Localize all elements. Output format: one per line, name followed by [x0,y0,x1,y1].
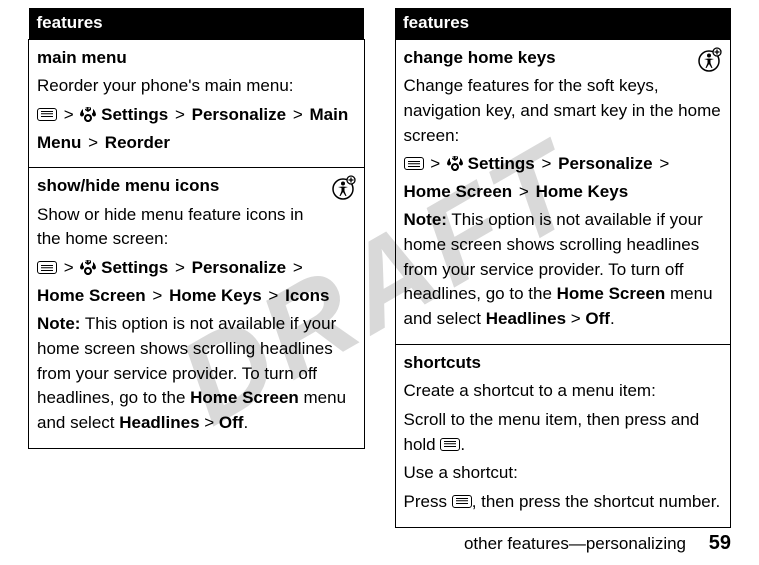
intro-main-menu: Reorder your phone's main menu: [37,74,356,99]
title-change-home-keys: change home keys [404,46,723,71]
shortcuts-create-body: Scroll to the menu item, then press and … [404,408,723,457]
note-change-home-keys: Note: This option is not available if yo… [404,208,723,331]
left-table-header: features [29,8,365,39]
accessibility-badge-icon [696,46,722,80]
menu-key-icon [440,438,460,451]
accessibility-badge-icon [330,174,356,208]
right-features-table: features change home keys Change feature… [395,8,732,528]
path-main-menu: > Settings > Personalize > Main Menu > R… [37,103,356,155]
footer-text: other features—personalizing [464,534,686,553]
right-table-header: features [395,8,731,39]
settings-icon [80,106,96,131]
settings-icon [447,155,463,180]
shortcuts-use-intro: Use a shortcut: [404,461,723,486]
title-shortcuts: shortcuts [404,351,723,376]
left-features-table: features main menu Reorder your phone's … [28,8,365,449]
menu-key-icon [404,157,424,170]
right-column: features change home keys Change feature… [395,8,732,528]
page-footer: other features—personalizing 59 [464,532,731,555]
cell-shortcuts: shortcuts Create a shortcut to a menu it… [395,344,731,527]
note-show-hide: Note: This option is not available if yo… [37,312,356,435]
cell-show-hide-icons: show/hide menu icons Show or hide menu f… [29,168,365,448]
menu-key-icon [37,261,57,274]
page-number: 59 [709,532,731,554]
intro-change-home-keys: Change features for the soft keys, navig… [404,74,723,148]
left-column: features main menu Reorder your phone's … [28,8,365,528]
cell-change-home-keys: change home keys Change features for the… [395,39,731,344]
path-show-hide: > Settings > Personalize > Home Screen >… [37,256,356,308]
title-main-menu: main menu [37,46,356,71]
menu-key-icon [37,108,57,121]
title-show-hide: show/hide menu icons [37,174,356,199]
shortcuts-use-body: Press , then press the shortcut number. [404,490,723,515]
menu-key-icon [452,495,472,508]
cell-main-menu: main menu Reorder your phone's main menu… [29,39,365,168]
intro-show-hide: Show or hide menu feature icons in the h… [37,203,356,252]
path-change-home-keys: > Settings > Personalize > Home Screen >… [404,152,723,204]
page-content: features main menu Reorder your phone's … [0,0,759,528]
shortcuts-create-intro: Create a shortcut to a menu item: [404,379,723,404]
settings-icon [80,259,96,284]
